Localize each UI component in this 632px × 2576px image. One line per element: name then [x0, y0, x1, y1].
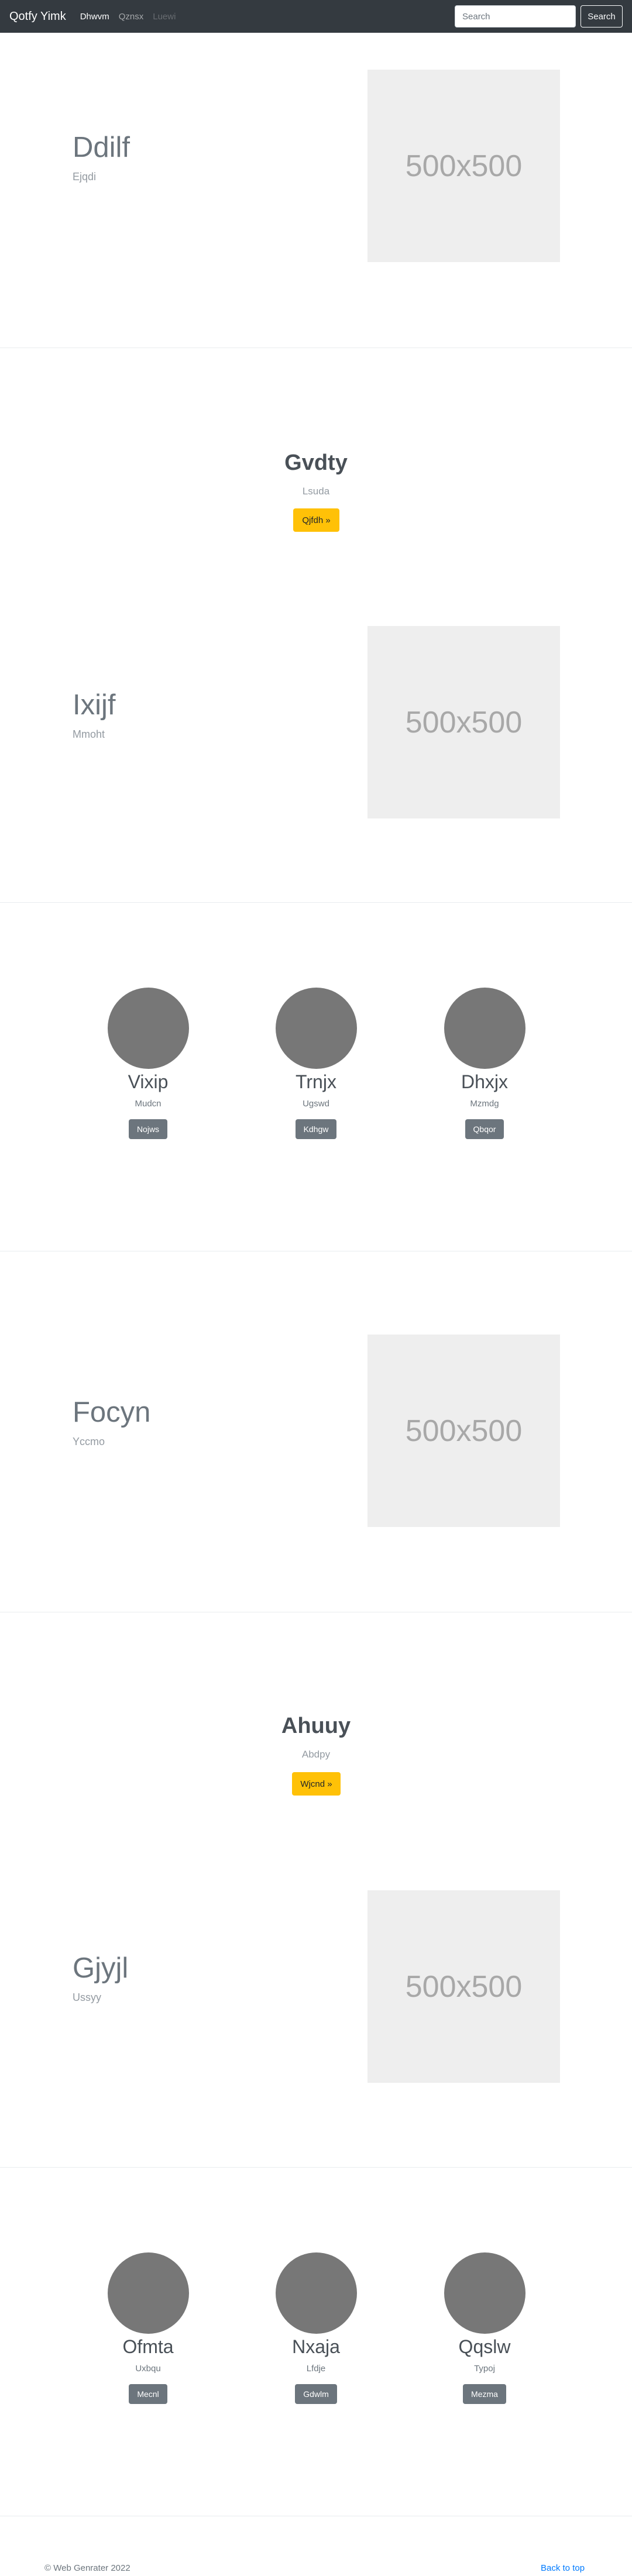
team-card: Ofmta Uxbqu Mecnl: [95, 2252, 201, 2404]
cta-feature-section: Gvdty Lsuda Qjfdh » Ixijf Mmoht 500x500: [0, 348, 632, 903]
cta-title: Gvdty: [284, 450, 348, 475]
image-size-label: 500x500: [405, 1413, 523, 1448]
feature-section-2: Focyn Yccmo 500x500: [0, 1251, 632, 1612]
person-role: Lfdje: [306, 2364, 326, 2374]
feature-image-placeholder: 500x500: [367, 70, 560, 262]
team-section-2: Ofmta Uxbqu Mecnl Nxaja Lfdje Gdwlm Qqsl…: [0, 2168, 632, 2516]
person-button[interactable]: Kdhgw: [295, 1119, 337, 1139]
person-button[interactable]: Gdwlm: [295, 2384, 337, 2404]
feature-subtitle: Mmoht: [73, 728, 105, 740]
team-card: Dhxjx Mzmdg Qbqor: [432, 988, 537, 1139]
feature-subtitle: Ejqdi: [73, 171, 97, 183]
person-name: Ofmta: [122, 2336, 174, 2357]
person-role: Uxbqu: [135, 2364, 161, 2374]
cta-subtitle: Lsuda: [302, 486, 330, 497]
brand-link[interactable]: Qotfy Yimk: [9, 10, 66, 23]
cta-button[interactable]: Qjfdh »: [293, 508, 339, 532]
search-input[interactable]: [455, 5, 576, 27]
person-button[interactable]: Qbqor: [465, 1119, 504, 1139]
person-role: Ugswd: [303, 1099, 329, 1109]
nav-link-1[interactable]: Dhwvm: [80, 12, 109, 22]
team-section-1: Vixip Mudcn Nojws Trnjx Ugswd Kdhgw Dhxj…: [0, 903, 632, 1251]
nav-link-2[interactable]: Qznsx: [119, 12, 144, 22]
avatar: [444, 988, 525, 1069]
feature-image-placeholder: 500x500: [367, 1890, 560, 2083]
team-card: Qqslw Typoj Mezma: [432, 2252, 537, 2404]
person-role: Mudcn: [135, 1099, 162, 1109]
feature-title: Ddilf: [73, 132, 130, 163]
person-name: Nxaja: [292, 2336, 340, 2357]
feature-subtitle: Ussyy: [73, 1992, 101, 2003]
feature-section-1: Ddilf Ejqdi 500x500: [0, 33, 632, 348]
avatar: [444, 2252, 525, 2334]
person-name: Trnjx: [296, 1071, 336, 1092]
cta-subtitle: Abdpy: [301, 1749, 331, 1760]
avatar: [275, 2252, 357, 2334]
image-size-label: 500x500: [405, 1969, 523, 2004]
navbar: Qotfy Yimk Dhwvm Qznsx Luewi Search: [0, 0, 632, 33]
person-role: Typoj: [474, 2364, 495, 2374]
search-button[interactable]: Search: [581, 5, 623, 27]
feature-title: Focyn: [73, 1397, 151, 1428]
avatar: [107, 988, 189, 1069]
cta-button[interactable]: Wjcnd »: [292, 1772, 341, 1796]
person-button[interactable]: Mecnl: [129, 2384, 167, 2404]
person-button[interactable]: Nojws: [128, 1119, 168, 1139]
person-role: Mzmdg: [470, 1099, 499, 1109]
team-card: Vixip Mudcn Nojws: [95, 988, 201, 1139]
feature-title: Gjyjl: [73, 1952, 129, 1984]
avatar: [107, 2252, 189, 2334]
cta-feature-section-2: Ahuuy Abdpy Wjcnd » Gjyjl Ussyy 500x500: [0, 1612, 632, 2168]
person-name: Qqslw: [458, 2336, 511, 2357]
person-button[interactable]: Mezma: [463, 2384, 506, 2404]
avatar: [275, 988, 357, 1069]
search-form: Search: [455, 5, 623, 27]
cta-title: Ahuuy: [281, 1714, 351, 1738]
feature-image-placeholder: 500x500: [367, 626, 560, 818]
feature-subtitle: Yccmo: [73, 1436, 105, 1447]
feature-title: Ixijf: [73, 689, 116, 721]
feature-image-placeholder: 500x500: [367, 1335, 560, 1527]
footer-copyright: © Web Genrater 2022: [44, 2563, 130, 2573]
team-card: Trnjx Ugswd Kdhgw: [263, 988, 369, 1139]
team-card: Nxaja Lfdje Gdwlm: [263, 2252, 369, 2404]
image-size-label: 500x500: [405, 705, 523, 740]
nav-link-3-disabled: Luewi: [153, 11, 176, 22]
image-size-label: 500x500: [405, 149, 523, 183]
person-name: Vixip: [128, 1071, 169, 1092]
person-name: Dhxjx: [461, 1071, 508, 1092]
back-to-top-link[interactable]: Back to top: [541, 2563, 585, 2573]
